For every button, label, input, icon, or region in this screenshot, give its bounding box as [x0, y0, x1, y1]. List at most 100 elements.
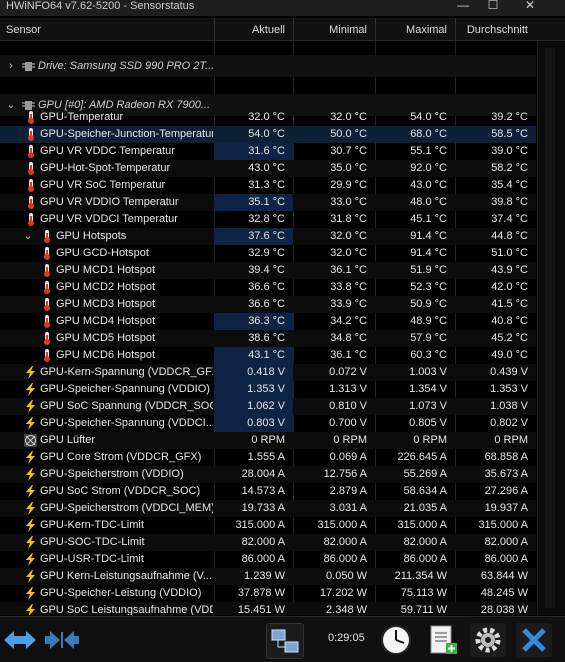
- value-maximum: 50.9 °C: [410, 298, 447, 310]
- network-icon[interactable]: [266, 623, 304, 659]
- value-current: 36.6 °C: [248, 298, 285, 310]
- value-average: 58.5 °C: [491, 128, 528, 140]
- table-row[interactable]: GPU MCD1 Hotspot 39.4 °C 36.1 °C 51.9 °C 43.…: [0, 262, 536, 279]
- value-average: 315.000 A: [478, 519, 528, 531]
- value-average: 45.2 °C: [491, 332, 528, 344]
- table-row[interactable]: GPU-Speicher-Spannung (VDDCI... 0.803 V 0.…: [0, 415, 536, 432]
- lightning-icon: [26, 400, 35, 413]
- table-row[interactable]: GPU VR SoC Temperatur 31.3 °C 29.9 °C 43.0 …: [0, 177, 536, 194]
- collapse-arrows-icon[interactable]: [44, 623, 80, 657]
- value-minimum: 36.1 °C: [330, 264, 367, 276]
- value-maximum: 0.805 V: [409, 417, 447, 429]
- close-window-button[interactable]: ✕: [515, 0, 545, 16]
- thermometer-icon: [44, 230, 50, 243]
- table-row[interactable]: GPU-Speicherstrom (VDDCI_MEM) 19.733 A 3.0…: [0, 500, 536, 517]
- value-maximum: 48.9 °C: [410, 315, 447, 327]
- table-row[interactable]: GPU-Kern-Spannung (VDDCR_GFX) 0.418 V 0.07…: [0, 364, 536, 381]
- table-row[interactable]: GPU MCD5 Hotspot 38.6 °C 34.8 °C 57.9 °C 45.…: [0, 330, 536, 347]
- expand-chevron-down-icon[interactable]: ⌄: [22, 228, 34, 245]
- value-current: 28.004 A: [241, 468, 285, 480]
- minimize-button[interactable]: —: [448, 0, 478, 16]
- table-row[interactable]: GPU VR VDDC Temperatur 31.6 °C 30.7 °C 55.1…: [0, 143, 536, 160]
- table-row[interactable]: GPU Kern-Leistungsaufnahme (V... 1.239 W 0…: [0, 568, 536, 585]
- sensor-name: GPU Hotspots: [56, 230, 127, 242]
- sensor-name: GPU-SOC-TDC-Limit: [40, 536, 145, 548]
- table-row[interactable]: GPU MCD6 Hotspot 43.1 °C 36.1 °C 60.3 °C 49.…: [0, 347, 536, 364]
- clock-icon[interactable]: [378, 623, 414, 657]
- table-row[interactable]: GPU Lüfter 0 RPM 0 RPM 0 RPM 0 RPM: [0, 432, 536, 449]
- scrollbar-thumb[interactable]: [545, 48, 555, 608]
- close-icon[interactable]: [516, 623, 552, 657]
- table-row[interactable]: GPU SoC Strom (VDDCR_SOC) 14.573 A 2.879 A…: [0, 483, 536, 500]
- table-row[interactable]: GPU VR VDDCI Temperatur 32.8 °C 31.8 °C 45.…: [0, 211, 536, 228]
- value-average: 0.802 V: [490, 417, 528, 429]
- column-current[interactable]: Aktuell: [214, 18, 293, 40]
- thermometer-icon: [28, 196, 34, 209]
- thermometer-icon: [28, 145, 34, 158]
- thermometer-icon: [28, 179, 34, 192]
- value-maximum: 91.4 °C: [410, 230, 447, 242]
- sensor-name: GPU SoC Leistungsaufnahme (VDD...: [40, 604, 213, 615]
- value-minimum: 0.700 V: [329, 417, 367, 429]
- value-current: 14.573 A: [241, 485, 285, 497]
- sensor-name: GPU-Kern-TDC-Limit: [40, 519, 144, 531]
- value-minimum: 315.000 A: [317, 519, 367, 531]
- value-average: 48.245 W: [480, 587, 528, 599]
- value-current: 82.000 A: [241, 536, 285, 548]
- table-row[interactable]: GPU-Temperatur 32.0 °C 32.0 °C 54.0 °C 39.2 …: [0, 109, 536, 126]
- thermometer-icon: [28, 111, 34, 124]
- value-average: 41.5 °C: [491, 298, 528, 310]
- value-average: 42.0 °C: [491, 281, 528, 293]
- value-maximum: 92.0 °C: [410, 162, 447, 174]
- table-row[interactable]: GPU-Speicher-Junction-Temperatur 54.0 °C 5…: [0, 126, 536, 143]
- value-current: 31.3 °C: [248, 179, 285, 191]
- value-minimum: 34.8 °C: [330, 332, 367, 344]
- value-maximum: 55.1 °C: [410, 145, 447, 157]
- sensor-name: GPU MCD5 Hotspot: [56, 332, 156, 344]
- table-row[interactable]: GPU-Kern-TDC-Limit 315.000 A 315.000 A 315.…: [0, 517, 536, 534]
- value-minimum: 36.1 °C: [330, 349, 367, 361]
- table-row[interactable]: GPU-SOC-TDC-Limit 82.000 A 82.000 A 82.000 …: [0, 534, 536, 551]
- window-title: HWiNFO64 v7.62-5200 - Sensorstatus: [6, 0, 195, 12]
- value-current: 54.0 °C: [248, 128, 285, 140]
- table-row[interactable]: GPU MCD3 Hotspot 36.6 °C 33.9 °C 50.9 °C 41.…: [0, 296, 536, 313]
- thermometer-icon: [28, 162, 34, 175]
- table-row[interactable]: ⌄ GPU Hotspots 37.6 °C 32.0 °C 91.4 °C 44.8 °…: [0, 228, 536, 245]
- lightning-icon: [26, 485, 35, 498]
- value-average: 39.0 °C: [491, 145, 528, 157]
- value-average: 39.8 °C: [491, 196, 528, 208]
- column-average[interactable]: Durchschnitt: [455, 18, 536, 40]
- value-average: 27.296 A: [484, 485, 528, 497]
- sensor-section[interactable]: › Drive: Samsung SSD 990 PRO 2T...: [0, 55, 536, 77]
- settings-gear-icon[interactable]: [470, 623, 506, 657]
- value-minimum: 30.7 °C: [330, 145, 367, 157]
- table-row[interactable]: GPU SoC Leistungsaufnahme (VDD... 15.451 …: [0, 602, 536, 615]
- column-minimum[interactable]: Minimal: [293, 18, 375, 40]
- table-row[interactable]: GPU-USR-TDC-Limit 86.000 A 86.000 A 86.000 …: [0, 551, 536, 568]
- table-row[interactable]: GPU VR VDDIO Temperatur 35.1 °C 33.0 °C 48.…: [0, 194, 536, 211]
- value-current: 0 RPM: [251, 434, 285, 446]
- value-average: 39.2 °C: [491, 111, 528, 123]
- value-maximum: 51.9 °C: [410, 264, 447, 276]
- column-maximum[interactable]: Maximal: [375, 18, 455, 40]
- nav-arrows-icon[interactable]: [2, 623, 38, 657]
- table-row[interactable]: GPU MCD2 Hotspot 36.6 °C 33.8 °C 52.3 °C 42.…: [0, 279, 536, 296]
- lightning-icon: [26, 587, 35, 600]
- value-minimum: 32.0 °C: [330, 247, 367, 259]
- value-maximum: 226.645 A: [397, 451, 447, 463]
- sensor-name: GPU-Speicher-Spannung (VDDIO): [40, 383, 210, 395]
- table-row[interactable]: GPU-Speicher-Spannung (VDDIO) 1.353 V 1.31…: [0, 381, 536, 398]
- expand-chevron-right-icon[interactable]: ›: [5, 58, 17, 75]
- table-row[interactable]: GPU-Speicherstrom (VDDIO) 28.004 A 12.756 …: [0, 466, 536, 483]
- column-sensor[interactable]: Sensor: [0, 18, 214, 40]
- maximize-button[interactable]: ☐: [478, 0, 508, 16]
- table-row[interactable]: GPU SoC Spannung (VDDCR_SOC) 1.062 V 0.810…: [0, 398, 536, 415]
- report-icon[interactable]: [424, 623, 460, 657]
- value-minimum: 2.879 A: [329, 485, 367, 497]
- table-row[interactable]: GPU Core Strom (VDDCR_GFX) 1.555 A 0.069 A…: [0, 449, 536, 466]
- table-row[interactable]: GPU-Hot-Spot-Temperatur 43.0 °C 35.0 °C 92.…: [0, 160, 536, 177]
- table-row[interactable]: GPU-Speicher-Leistung (VDDIO) 37.878 W 17.…: [0, 585, 536, 602]
- table-row[interactable]: GPU MCD4 Hotspot 36.3 °C 34.2 °C 48.9 °C 40.…: [0, 313, 536, 330]
- table-row[interactable]: GPU GCD-Hotspot 32.9 °C 32.0 °C 91.4 °C 51.0…: [0, 245, 536, 262]
- value-minimum: 82.000 A: [323, 536, 367, 548]
